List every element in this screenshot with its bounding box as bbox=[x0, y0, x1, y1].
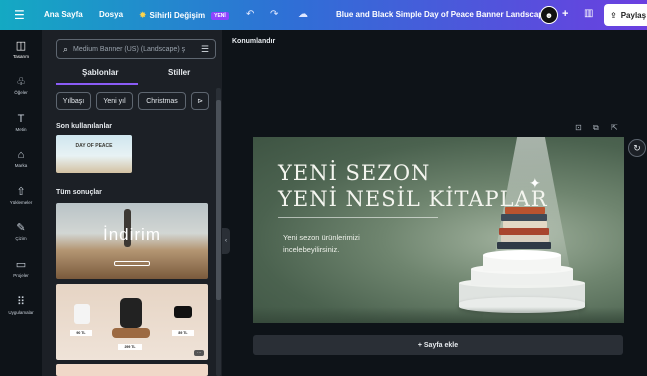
share-button[interactable]: ⇪ Paylaş bbox=[604, 4, 647, 26]
chip-scroll-right-icon[interactable]: ⊳ bbox=[191, 92, 209, 110]
podium-top-surface bbox=[483, 250, 561, 260]
sparkle-icon: ✦ bbox=[529, 175, 541, 191]
rail-item-draw[interactable]: ✎ Çizim bbox=[0, 222, 42, 241]
share-icon: ⇪ bbox=[610, 10, 617, 20]
draw-icon: ✎ bbox=[16, 222, 26, 234]
new-badge: YENİ bbox=[211, 11, 229, 20]
price-tag: 89 TL bbox=[172, 330, 194, 336]
book-stack-item bbox=[499, 228, 549, 235]
position-button[interactable]: Konumlandır bbox=[232, 38, 275, 45]
upload-icon: ⇧ bbox=[16, 186, 26, 198]
folder-icon: ▭ bbox=[15, 259, 27, 271]
magic-switch-button[interactable]: ✸ Sihirli Değişim YENİ bbox=[139, 10, 229, 21]
text-icon: T bbox=[17, 113, 25, 125]
book-stack-item bbox=[501, 235, 549, 242]
chip-yeni-yil[interactable]: Yeni yıl bbox=[96, 92, 133, 110]
rail-item-design[interactable]: ◫ Tasarım bbox=[0, 40, 42, 59]
refresh-icon[interactable]: ↻ bbox=[628, 139, 646, 157]
book-stack-item bbox=[501, 214, 547, 221]
add-collaborator-icon[interactable]: + bbox=[562, 8, 568, 20]
watch-image bbox=[120, 298, 142, 328]
camera-image bbox=[174, 306, 192, 318]
more-icon[interactable]: ⋯ bbox=[194, 350, 204, 356]
rail-item-text[interactable]: T Metin bbox=[0, 113, 42, 132]
chip-yilbasi[interactable]: Yılbaşı bbox=[56, 92, 91, 110]
recent-title: Son kullanılanlar bbox=[56, 123, 113, 130]
template-thumb-products[interactable]: 90 TL 299 TL 89 TL ⋯ bbox=[56, 284, 208, 360]
price-tag: 299 TL bbox=[118, 344, 142, 350]
thumb-button-shape bbox=[114, 261, 150, 266]
thumb-title: DAY OF PEACE bbox=[75, 143, 113, 149]
magic-star-icon: ✸ bbox=[139, 10, 147, 20]
template-thumb-discount[interactable]: İndirim bbox=[56, 203, 208, 279]
rail-item-brand[interactable]: ⌂ Marka bbox=[0, 149, 42, 168]
apps-icon: ⠿ bbox=[16, 296, 26, 308]
add-page-button[interactable]: + Sayfa ekle bbox=[253, 335, 623, 355]
divider-line bbox=[278, 217, 438, 218]
rail-label: Çizim bbox=[15, 236, 27, 241]
thumb-discount-text: İndirim bbox=[102, 225, 161, 244]
cloud-sync-icon[interactable]: ☁ bbox=[298, 9, 308, 20]
floor-shadow bbox=[253, 307, 624, 323]
recent-template-thumb[interactable]: DAY OF PEACE bbox=[56, 135, 132, 173]
template-thumb-partial[interactable] bbox=[56, 364, 208, 376]
rail-label: Tasarım bbox=[12, 54, 29, 59]
tab-styles[interactable]: Stiller bbox=[168, 68, 190, 77]
rail-item-elements[interactable]: ♧ Öğeler bbox=[0, 76, 42, 95]
duplicate-icon[interactable]: ⧉ bbox=[593, 123, 599, 133]
banner-canvas[interactable]: YENİ SEZON YENİ NESİL KİTAPLAR Yeni sezo… bbox=[253, 137, 624, 323]
rail-label: Projeler bbox=[13, 273, 29, 278]
add-page-icon[interactable]: ⇱ bbox=[611, 123, 618, 132]
book-stack-item bbox=[503, 221, 547, 228]
search-icon: ⌕ bbox=[63, 43, 69, 54]
rail-label: Öğeler bbox=[14, 90, 28, 95]
rail-label: Metin bbox=[15, 127, 27, 132]
book-stack-item bbox=[505, 207, 545, 214]
templates-panel: ⌕ Medium Banner (US) (Landscape) ş ☰ Şab… bbox=[42, 30, 222, 376]
lock-icon[interactable]: ⊡ bbox=[575, 123, 582, 132]
book-stack-item bbox=[497, 242, 551, 249]
rail-item-uploads[interactable]: ⇧ Yüklemeler bbox=[0, 186, 42, 205]
template-search[interactable]: ⌕ Medium Banner (US) (Landscape) ş ☰ bbox=[56, 39, 216, 59]
rail-label: Marka bbox=[14, 163, 28, 168]
rail-item-projects[interactable]: ▭ Projeler bbox=[0, 259, 42, 278]
layout-icon: ◫ bbox=[15, 40, 27, 52]
all-results-title: Tüm sonuçlar bbox=[56, 189, 102, 196]
left-rail: ◫ Tasarım ♧ Öğeler T Metin ⌂ Marka ⇧ Yük… bbox=[0, 30, 42, 376]
chip-christmas[interactable]: Christmas bbox=[138, 92, 186, 110]
menu-icon[interactable]: ☰ bbox=[14, 8, 25, 22]
headline-line1[interactable]: YENİ SEZON bbox=[278, 161, 430, 185]
tab-templates[interactable]: Şablonlar bbox=[82, 68, 118, 77]
search-input[interactable]: Medium Banner (US) (Landscape) ş bbox=[73, 46, 185, 53]
panel-tabs: Şablonlar Stiller bbox=[56, 68, 211, 85]
magic-switch-label: Sihirli Değişim bbox=[149, 11, 206, 20]
earbuds-image bbox=[74, 304, 90, 324]
insights-icon[interactable]: ▥ bbox=[584, 8, 593, 19]
panel-scroll-thumb[interactable] bbox=[216, 100, 221, 300]
rail-label: Uygulamalar bbox=[8, 310, 34, 315]
shapes-icon: ♧ bbox=[16, 76, 26, 88]
avatar[interactable]: ☻ bbox=[540, 6, 558, 24]
top-bar: ☰ Ana Sayfa Dosya ✸ Sihirli Değişim YENİ… bbox=[0, 0, 647, 30]
rail-label: Yüklemeler bbox=[9, 200, 33, 205]
filter-icon[interactable]: ☰ bbox=[201, 44, 209, 55]
share-label: Paylaş bbox=[620, 10, 647, 20]
price-tag: 90 TL bbox=[70, 330, 92, 336]
undo-icon[interactable]: ↶ bbox=[246, 9, 254, 20]
redo-icon[interactable]: ↷ bbox=[270, 9, 278, 20]
banner-paragraph[interactable]: Yeni sezon ürünlerimizi incelebeyilirsin… bbox=[283, 232, 403, 256]
file-menu[interactable]: Dosya bbox=[99, 10, 123, 19]
document-title[interactable]: Blue and Black Simple Day of Peace Banne… bbox=[336, 10, 548, 19]
rail-item-apps[interactable]: ⠿ Uygulamalar bbox=[0, 296, 42, 315]
home-link[interactable]: Ana Sayfa bbox=[44, 10, 83, 19]
tab-underline bbox=[56, 83, 138, 85]
collapse-panel-button[interactable]: ‹ bbox=[222, 228, 230, 254]
brand-icon: ⌂ bbox=[17, 149, 25, 161]
stand-image bbox=[112, 328, 150, 338]
